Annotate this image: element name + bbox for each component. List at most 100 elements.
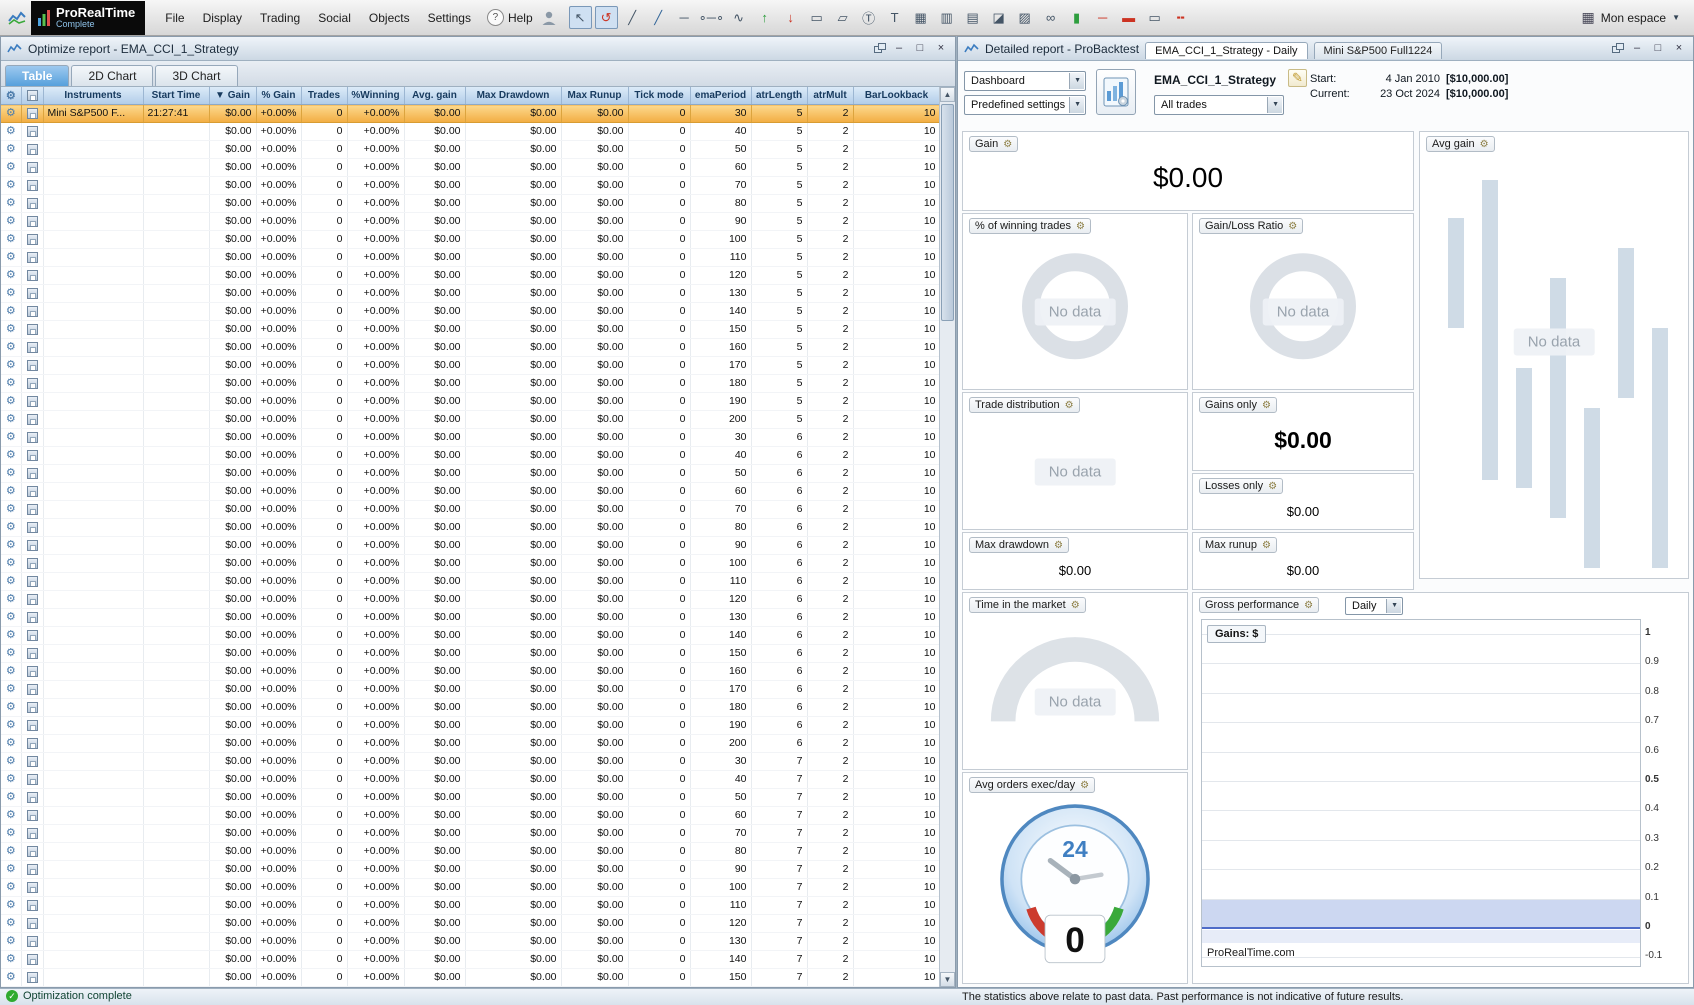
table-row[interactable]: ⚙$0.00+0.00%0+0.00%$0.00$0.00$0.00040721… [1, 771, 940, 789]
undo-tool-icon[interactable]: ↺ [595, 6, 618, 29]
save-icon[interactable] [27, 594, 38, 605]
gear-icon[interactable]: ⚙ [6, 611, 16, 623]
save-icon[interactable] [27, 522, 38, 533]
gain-loss-chip[interactable]: Gain/Loss Ratio⚙ [1199, 218, 1303, 234]
table-row[interactable]: ⚙$0.00+0.00%0+0.00%$0.00$0.00$0.00030621… [1, 429, 940, 447]
gear-icon[interactable]: ⚙ [6, 899, 16, 911]
gear-icon[interactable]: ⚙ [6, 143, 16, 155]
gear-icon[interactable]: ⚙ [6, 809, 16, 821]
col-start-time[interactable]: Start Time [143, 87, 209, 105]
gear-icon[interactable]: ⚙ [6, 719, 16, 731]
gear-icon[interactable]: ⚙ [6, 269, 16, 281]
gear-icon[interactable]: ⚙ [6, 359, 16, 371]
save-icon[interactable] [27, 828, 38, 839]
save-icon[interactable] [27, 396, 38, 407]
save-icon[interactable] [27, 558, 38, 569]
table-row[interactable]: ⚙$0.00+0.00%0+0.00%$0.00$0.00$0.00012052… [1, 267, 940, 285]
save-icon[interactable] [27, 162, 38, 173]
header-save[interactable] [21, 87, 43, 105]
gear-icon[interactable]: ⚙ [6, 305, 16, 317]
table-row[interactable]: ⚙$0.00+0.00%0+0.00%$0.00$0.00$0.00070721… [1, 825, 940, 843]
save-icon[interactable] [27, 810, 38, 821]
table-row[interactable]: ⚙$0.00+0.00%0+0.00%$0.00$0.00$0.00019062… [1, 717, 940, 735]
gear-icon[interactable]: ⚙ [6, 971, 16, 983]
scroll-down-button[interactable]: ▼ [940, 972, 955, 987]
gear-icon[interactable]: ⚙ [6, 251, 16, 263]
save-icon[interactable] [27, 936, 38, 947]
table-row[interactable]: ⚙$0.00+0.00%0+0.00%$0.00$0.00$0.00060721… [1, 807, 940, 825]
table-row[interactable]: ⚙$0.00+0.00%0+0.00%$0.00$0.00$0.00060621… [1, 483, 940, 501]
menu-settings[interactable]: Settings [419, 6, 480, 30]
text-tool-icon[interactable]: T [883, 6, 906, 29]
gear-icon[interactable]: ⚙ [6, 647, 16, 659]
gear-icon[interactable]: ⚙ [6, 593, 16, 605]
curve-tool-icon[interactable]: ∿ [727, 6, 750, 29]
overlay-chart-icon[interactable]: ▥ [935, 6, 958, 29]
save-icon[interactable] [27, 288, 38, 299]
save-icon[interactable] [27, 126, 38, 137]
detach-icon[interactable] [1612, 43, 1624, 54]
save-icon[interactable] [27, 666, 38, 677]
save-icon[interactable] [27, 540, 38, 551]
pointer-tool-icon[interactable]: ↖ [569, 6, 592, 29]
table-row[interactable]: ⚙$0.00+0.00%0+0.00%$0.00$0.00$0.00040621… [1, 447, 940, 465]
save-icon[interactable] [27, 756, 38, 767]
gear-icon[interactable]: ⚙ [6, 233, 16, 245]
doc-tab-instrument[interactable]: Mini S&P500 Full1224 [1314, 42, 1443, 59]
table-row[interactable]: ⚙$0.00+0.00%0+0.00%$0.00$0.00$0.00017062… [1, 681, 940, 699]
gear-icon[interactable]: ⚙ [6, 629, 16, 641]
gear-icon[interactable]: ⚙ [6, 665, 16, 677]
table-row[interactable]: ⚙$0.00+0.00%0+0.00%$0.00$0.00$0.00070521… [1, 177, 940, 195]
polygon-tool-icon[interactable]: ▱ [831, 6, 854, 29]
gear-icon[interactable]: ⚙ [6, 341, 16, 353]
table-row[interactable]: ⚙$0.00+0.00%0+0.00%$0.00$0.00$0.00017052… [1, 357, 940, 375]
header-settings[interactable]: ⚙ [1, 87, 21, 105]
winning-trades-chip[interactable]: % of winning trades⚙ [969, 218, 1091, 234]
table-row[interactable]: ⚙$0.00+0.00%0+0.00%$0.00$0.00$0.00011072… [1, 897, 940, 915]
link-tool-icon[interactable]: ∞ [1039, 6, 1062, 29]
col-trades[interactable]: Trades [301, 87, 347, 105]
gear-icon[interactable]: ⚙ [6, 413, 16, 425]
table-row[interactable]: ⚙$0.00+0.00%0+0.00%$0.00$0.00$0.00090721… [1, 861, 940, 879]
table-row[interactable]: ⚙$0.00+0.00%0+0.00%$0.00$0.00$0.00016052… [1, 339, 940, 357]
tab-table[interactable]: Table [5, 65, 69, 86]
time-in-market-chip[interactable]: Time in the market⚙ [969, 597, 1086, 613]
table-row[interactable]: ⚙$0.00+0.00%0+0.00%$0.00$0.00$0.00016062… [1, 663, 940, 681]
menu-display[interactable]: Display [194, 6, 251, 30]
save-icon[interactable] [27, 216, 38, 227]
gear-icon[interactable]: ⚙ [6, 503, 16, 515]
table-row[interactable]: ⚙$0.00+0.00%0+0.00%$0.00$0.00$0.00090521… [1, 213, 940, 231]
save-icon[interactable] [27, 774, 38, 785]
table-row[interactable]: ⚙$0.00+0.00%0+0.00%$0.00$0.00$0.00015062… [1, 645, 940, 663]
table-row[interactable]: ⚙Mini S&P500 F...21:27:41$0.00+0.00%0+0.… [1, 105, 940, 123]
table-row[interactable]: ⚙$0.00+0.00%0+0.00%$0.00$0.00$0.00020062… [1, 735, 940, 753]
save-icon[interactable] [27, 882, 38, 893]
minimize-button[interactable]: – [891, 42, 907, 56]
save-icon[interactable] [27, 702, 38, 713]
gear-icon[interactable]: ⚙ [6, 737, 16, 749]
table-row[interactable]: ⚙$0.00+0.00%0+0.00%$0.00$0.00$0.00020052… [1, 411, 940, 429]
table-row[interactable]: ⚙$0.00+0.00%0+0.00%$0.00$0.00$0.00013072… [1, 933, 940, 951]
save-icon[interactable] [27, 864, 38, 875]
save-icon[interactable] [27, 234, 38, 245]
horizontal-line-tool-icon[interactable]: ─ [673, 6, 696, 29]
circled-text-tool-icon[interactable]: Ⓣ [857, 6, 880, 29]
save-icon[interactable] [27, 846, 38, 857]
measure-tool-icon[interactable]: ∘─∘ [699, 6, 725, 29]
gear-icon[interactable]: ⚙ [6, 683, 16, 695]
table-row[interactable]: ⚙$0.00+0.00%0+0.00%$0.00$0.00$0.00013052… [1, 285, 940, 303]
table-row[interactable]: ⚙$0.00+0.00%0+0.00%$0.00$0.00$0.00010062… [1, 555, 940, 573]
gear-icon[interactable]: ⚙ [6, 107, 16, 119]
table-row[interactable]: ⚙$0.00+0.00%0+0.00%$0.00$0.00$0.00060521… [1, 159, 940, 177]
table-row[interactable]: ⚙$0.00+0.00%0+0.00%$0.00$0.00$0.00014052… [1, 303, 940, 321]
save-icon[interactable] [27, 180, 38, 191]
table-row[interactable]: ⚙$0.00+0.00%0+0.00%$0.00$0.00$0.00011052… [1, 249, 940, 267]
gear-icon[interactable]: ⚙ [6, 863, 16, 875]
save-icon[interactable] [27, 720, 38, 731]
gear-icon[interactable]: ⚙ [6, 557, 16, 569]
pattern-chart-icon[interactable]: ▦ [909, 6, 932, 29]
scroll-up-button[interactable]: ▲ [940, 87, 955, 102]
gear-icon[interactable]: ⚙ [6, 197, 16, 209]
close-button[interactable]: × [933, 42, 949, 56]
gear-icon[interactable]: ⚙ [6, 521, 16, 533]
